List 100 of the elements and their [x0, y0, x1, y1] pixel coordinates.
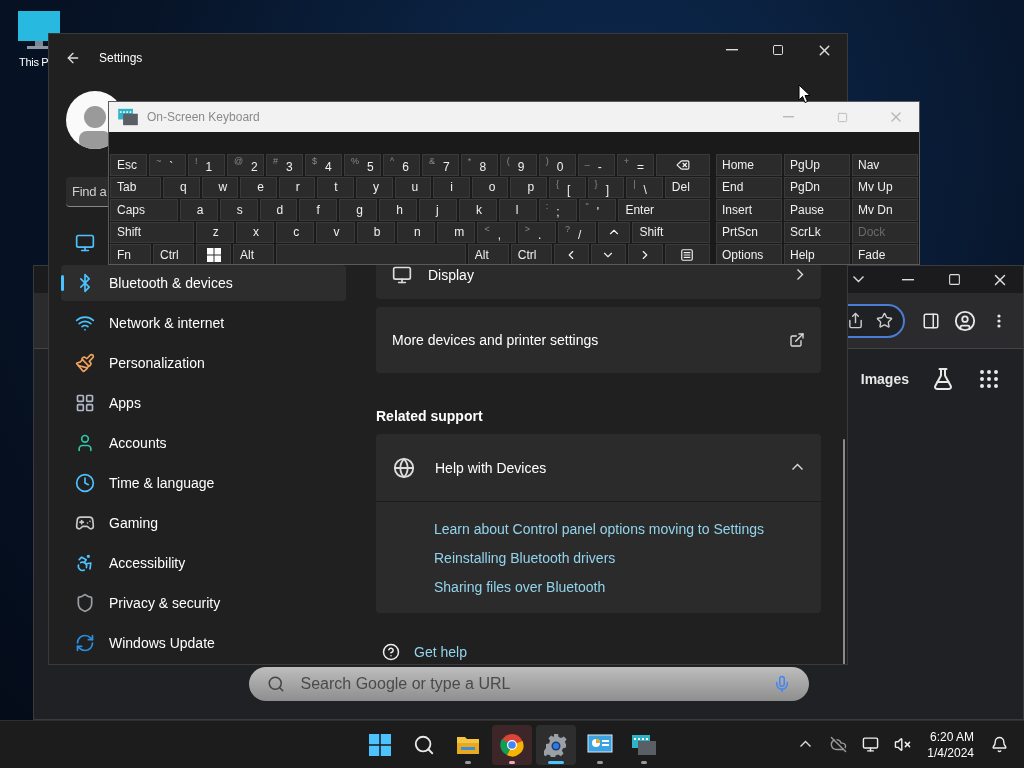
keyboard-key[interactable]: % 5	[343, 154, 381, 176]
expander-header[interactable]: Help with Devices	[376, 434, 821, 501]
keyboard-key[interactable]: ? /	[557, 221, 597, 243]
monitor-icon[interactable]	[17, 10, 61, 50]
keyboard-key[interactable]: u	[394, 176, 432, 198]
keyboard-key[interactable]: c	[276, 221, 315, 243]
keyboard-key[interactable]: q	[162, 176, 200, 198]
sidebar-item[interactable]: Gaming	[61, 505, 346, 541]
arrow-key[interactable]	[598, 221, 631, 243]
monitor-icon[interactable]	[75, 233, 95, 253]
sidebar-item[interactable]: Accessibility	[61, 545, 346, 581]
keyboard-key[interactable]: : ;	[538, 199, 577, 221]
keyboard-key[interactable]: ~ `	[149, 154, 186, 176]
keyboard-key[interactable]: s	[219, 199, 258, 221]
keyboard-key[interactable]: & 7	[421, 154, 459, 176]
keyboard-key[interactable]: PgDn	[784, 176, 850, 198]
keyboard-key[interactable]: w	[201, 176, 239, 198]
keyboard-key[interactable]: Caps	[110, 199, 178, 221]
get-help-link[interactable]: Get help	[414, 643, 467, 661]
backspace-key[interactable]	[655, 154, 710, 176]
keyboard-key[interactable]: p	[510, 176, 547, 198]
keyboard-key[interactable]: j	[419, 199, 457, 221]
search-bar[interactable]: Search Google or type a URL	[248, 667, 809, 701]
keyboard-key[interactable]: b	[356, 221, 395, 243]
sidebar-item[interactable]: Network & internet	[61, 305, 346, 341]
keyboard-key[interactable]: e	[240, 176, 277, 198]
keyboard-key[interactable]: | \	[626, 176, 663, 198]
keyboard-key[interactable]: End	[716, 176, 782, 198]
keyboard-key[interactable]: Help	[784, 244, 850, 264]
keyboard-key[interactable]: g	[339, 199, 378, 221]
search-field[interactable]: Search Google or type a URL	[298, 674, 759, 694]
keyboard-key[interactable]: Fn	[110, 244, 152, 264]
keyboard-key[interactable]: x	[235, 221, 275, 243]
keyboard-key[interactable]: ) 0	[538, 154, 576, 176]
settings-card[interactable]: More devices and printer settings	[376, 307, 821, 373]
keyboard-key[interactable]: PrtScn	[716, 221, 782, 243]
keyboard-key[interactable]: + =	[616, 154, 654, 176]
images-link[interactable]: Images	[860, 371, 909, 387]
keyboard-key[interactable]: Fade	[852, 244, 918, 264]
scrollbar[interactable]	[843, 439, 845, 664]
keyboard-key[interactable]: ! 1	[187, 154, 225, 176]
taskbar-button[interactable]	[536, 724, 576, 765]
arrow-key[interactable]	[553, 244, 589, 264]
keyboard-key[interactable]: Pause	[784, 199, 850, 221]
keyboard-key[interactable]: " '	[578, 199, 617, 221]
keyboard-key[interactable]: f	[299, 199, 338, 221]
keyboard-key[interactable]: Insert	[716, 199, 782, 221]
keyboard-key[interactable]: Alt	[467, 244, 509, 264]
keyboard-key[interactable]: Ctrl	[510, 244, 552, 264]
help-link[interactable]: Sharing files over Bluetooth	[434, 578, 821, 596]
keyboard-key[interactable]: z	[195, 221, 234, 243]
keyboard-key[interactable]: { [	[549, 176, 586, 198]
keyboard-key[interactable]: Ctrl	[153, 244, 195, 264]
keyboard-key[interactable]: m	[437, 221, 476, 243]
keyboard-key[interactable]: v	[316, 221, 355, 243]
keyboard-key[interactable]: a	[179, 199, 218, 221]
keyboard-key[interactable]: $ 4	[304, 154, 342, 176]
arrow-key[interactable]	[627, 244, 663, 264]
keyboard-key[interactable]: Del	[664, 176, 710, 198]
flask-icon[interactable]	[931, 367, 955, 391]
address-bar[interactable]	[847, 303, 905, 338]
keyboard-key[interactable]: ( 9	[499, 154, 537, 176]
sidebar-item[interactable]: Time & language	[61, 465, 346, 501]
sidebar-item[interactable]: Windows Update	[61, 625, 346, 661]
keyboard-key[interactable]: Mv Dn	[852, 199, 918, 221]
keyboard-key[interactable]: Home	[716, 154, 782, 176]
menu-key[interactable]	[665, 244, 710, 264]
keyboard-key[interactable]: < ,	[477, 221, 516, 243]
keyboard-key[interactable]: t	[317, 176, 354, 198]
keyboard-key[interactable]: Mv Up	[852, 176, 918, 198]
taskbar-button[interactable]	[492, 724, 532, 765]
keyboard-key[interactable]: i	[433, 176, 470, 198]
keyboard-key[interactable]: PgUp	[784, 154, 850, 176]
keyboard-key[interactable]: y	[355, 176, 393, 198]
keyboard-key[interactable]: d	[259, 199, 298, 221]
keyboard-key[interactable]: _ -	[577, 154, 615, 176]
sidebar-item[interactable]: Privacy & security	[61, 585, 346, 621]
keyboard-key[interactable]: * 8	[460, 154, 498, 176]
clock[interactable]: 6:20 AM 1/4/2024	[921, 728, 980, 761]
sidebar-item[interactable]: Apps	[61, 385, 346, 421]
keyboard-key[interactable]: > .	[517, 221, 556, 243]
keyboard-key[interactable]: ScrLk	[784, 221, 850, 243]
keyboard-key[interactable]: # 3	[265, 154, 303, 176]
keyboard-key[interactable]: Enter	[618, 199, 710, 221]
keyboard-key[interactable]: Esc	[110, 154, 147, 176]
help-link[interactable]: Learn about Control panel options moving to Settings	[434, 520, 821, 538]
keyboard-key[interactable]: Shift	[632, 221, 710, 243]
star-icon[interactable]	[876, 312, 893, 329]
share-icon[interactable]	[847, 312, 864, 329]
keyboard-key[interactable]: h	[379, 199, 417, 221]
keyboard-key[interactable]: k	[458, 199, 497, 221]
keyboard-key[interactable]: r	[278, 176, 316, 198]
keyboard-key[interactable]: Tab	[110, 176, 161, 198]
keyboard-key[interactable]: ^ 6	[382, 154, 420, 176]
keyboard-key[interactable]: Shift	[110, 221, 194, 243]
keyboard-key[interactable]: } ]	[587, 176, 625, 198]
keyboard-key[interactable]: l	[498, 199, 537, 221]
keyboard-key[interactable]: Alt	[233, 244, 275, 264]
keyboard-key[interactable]: n	[396, 221, 436, 243]
sidebar-item[interactable]: Bluetooth & devices	[61, 265, 346, 301]
